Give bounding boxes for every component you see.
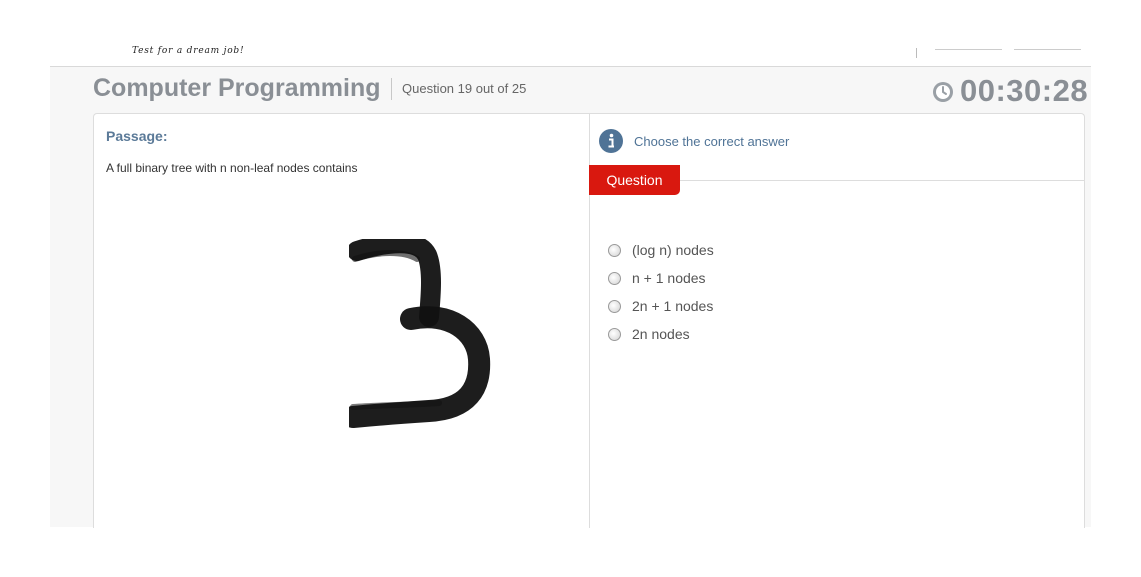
exam-content: Computer Programming Question 19 out of …: [50, 67, 1091, 528]
answer-option[interactable]: (log n) nodes: [608, 236, 714, 264]
answer-options: (log n) nodes n + 1 nodes 2n + 1 nodes 2…: [608, 236, 714, 348]
countdown-timer: 00:30:28: [960, 73, 1089, 108]
answer-radio[interactable]: [608, 271, 621, 285]
passage-label: Passage:: [106, 128, 168, 144]
clock-icon: [933, 82, 953, 102]
answer-radio[interactable]: [608, 243, 621, 257]
subject-title: Computer Programming: [93, 74, 381, 102]
handwritten-three-annotation: [349, 239, 491, 428]
answer-option-label: (log n) nodes: [632, 242, 714, 258]
question-counter: Question 19 out of 25: [402, 81, 527, 96]
title-separator: [391, 78, 392, 100]
passage-pane: Passage: A full binary tree with n non-l…: [94, 114, 590, 528]
answer-option-label: n + 1 nodes: [632, 270, 706, 286]
answer-pane: Choose the correct answer Question (log …: [589, 114, 1084, 528]
question-panel: Passage: A full binary tree with n non-l…: [93, 113, 1085, 528]
info-icon: [599, 129, 623, 153]
answer-option-label: 2n + 1 nodes: [632, 298, 714, 314]
passage-text: A full binary tree with n non-leaf nodes…: [106, 161, 358, 175]
top-nav-item-2[interactable]: [1014, 49, 1081, 50]
top-separator: [916, 48, 917, 58]
answer-option[interactable]: 2n + 1 nodes: [608, 292, 714, 320]
tab-question[interactable]: Question: [589, 165, 680, 195]
answer-instruction: Choose the correct answer: [634, 134, 790, 149]
top-nav-item-1[interactable]: [935, 49, 1002, 50]
answer-radio[interactable]: [608, 327, 621, 341]
answer-option[interactable]: n + 1 nodes: [608, 264, 714, 292]
answer-option-label: 2n nodes: [632, 326, 690, 342]
answer-option[interactable]: 2n nodes: [608, 320, 714, 348]
answer-radio[interactable]: [608, 299, 621, 313]
site-tagline: Test for a dream job!: [132, 46, 245, 56]
top-bar: Test for a dream job!: [50, 38, 1091, 67]
